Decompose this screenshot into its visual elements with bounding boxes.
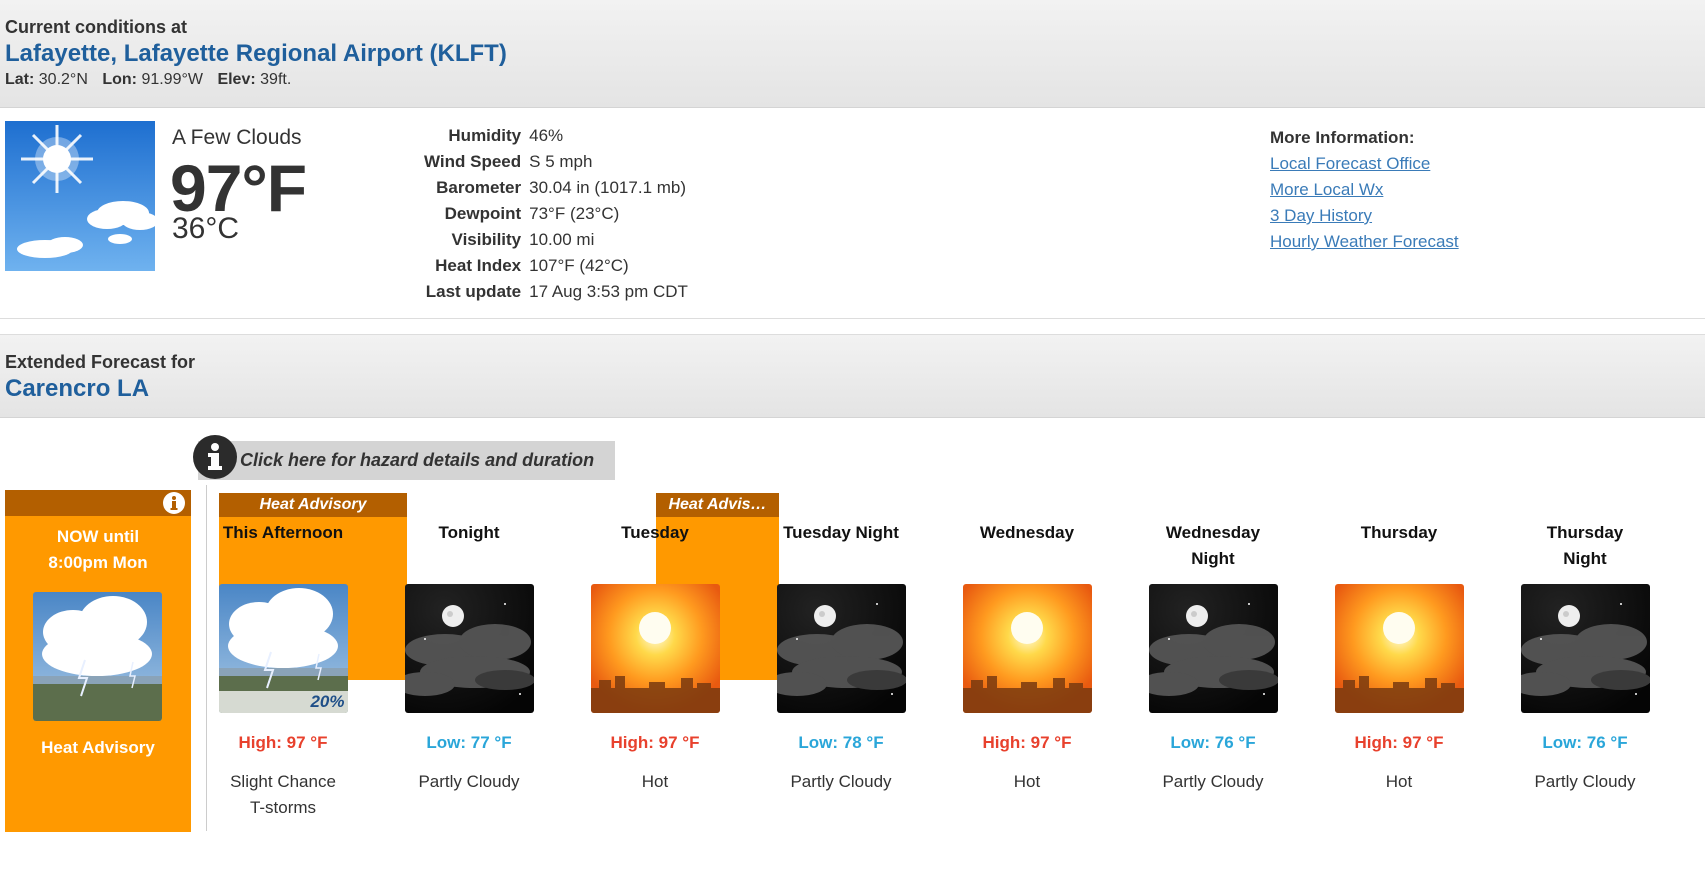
period-temperature: High: 97 °F	[610, 733, 700, 752]
forecast-period-tonight[interactable]: Tonight Low: 77 °F Partly Cloudy	[376, 520, 562, 795]
current-conditions-header: Current conditions at Lafayette, Lafayet…	[0, 0, 1705, 108]
period-temperature: Low: 77 °F	[426, 733, 512, 752]
partly-cloudy-night-icon	[776, 584, 906, 713]
more-information-heading: More Information:	[1270, 128, 1415, 147]
detail-value: 17 Aug 3:53 pm CDT	[529, 282, 688, 301]
local-forecast-office-link[interactable]: Local Forecast Office	[1270, 151, 1459, 177]
period-name: Thursday	[1360, 523, 1438, 542]
hazard-details-button[interactable]: Click here for hazard details and durati…	[198, 441, 615, 480]
advisory-bar[interactable]: Heat Advisory	[219, 493, 407, 517]
current-hazard-period: NOW until 8:00pm Mon	[5, 524, 191, 576]
thunderstorm-icon	[33, 592, 162, 721]
few-clouds-icon	[5, 121, 155, 271]
period-name: Thursday Night	[1546, 523, 1624, 568]
detail-label: Visibility	[451, 230, 522, 249]
precip-chance: 20%	[310, 692, 345, 711]
period-name: Wednesday	[979, 523, 1075, 542]
period-temperature: High: 97 °F	[1354, 733, 1444, 752]
detail-row-heat-index: Heat Index 107°F (42°C)	[420, 253, 692, 279]
detail-value: 46%	[529, 126, 564, 145]
period-temperature: High: 97 °F	[982, 733, 1072, 752]
period-name: Tuesday	[621, 523, 689, 542]
now-line-1: NOW until	[56, 527, 140, 546]
detail-label: Humidity	[448, 126, 522, 145]
period-description: Hot	[641, 772, 669, 791]
forecast-period-wednesday[interactable]: Wednesday High: 97 °F Hot	[934, 520, 1120, 795]
detail-value: 30.04 in (1017.1 mb)	[529, 178, 687, 197]
detail-row-dewpoint: Dewpoint 73°F (23°C)	[420, 201, 692, 227]
partly-cloudy-night-icon	[1520, 584, 1650, 713]
forecast-period-tuesday[interactable]: Tuesday High: 97 °F Hot	[562, 520, 748, 795]
more-local-wx-link[interactable]: More Local Wx	[1270, 177, 1459, 203]
info-icon[interactable]	[193, 435, 237, 479]
hot-sun-icon	[1334, 584, 1464, 713]
hazard-details-label: Click here for hazard details and durati…	[240, 450, 595, 470]
period-description: Partly Cloudy	[790, 772, 892, 791]
detail-label: Heat Index	[435, 256, 522, 275]
period-name: Tonight	[438, 523, 500, 542]
detail-row-wind-speed: Wind Speed S 5 mph	[420, 149, 692, 175]
period-name: Tuesday Night	[783, 523, 899, 542]
period-description: Partly Cloudy	[418, 772, 520, 791]
forecast-period-this-afternoon[interactable]: This Afternoon 20% High: 97 °F Slight Ch…	[190, 520, 376, 821]
forecast-period-tuesday-night[interactable]: Tuesday Night Low: 78 °F Partly Cloudy	[748, 520, 934, 795]
lon-label: Lon:	[102, 71, 137, 88]
forecast-period-thursday-night[interactable]: Thursday Night Low: 76 °F Partly Cloudy	[1492, 520, 1678, 795]
detail-row-barometer: Barometer 30.04 in (1017.1 mb)	[420, 175, 692, 201]
hot-sun-icon	[962, 584, 1092, 713]
partly-cloudy-night-icon	[1148, 584, 1278, 713]
detail-label: Barometer	[436, 178, 522, 197]
three-day-history-link[interactable]: 3 Day History	[1270, 203, 1459, 229]
period-description: Hot	[1385, 772, 1413, 791]
period-name: This Afternoon	[222, 523, 344, 542]
period-temperature: Low: 76 °F	[1542, 733, 1628, 752]
info-icon[interactable]	[163, 492, 185, 514]
period-description: Hot	[1013, 772, 1041, 791]
elev-label: Elev:	[217, 71, 256, 88]
current-condition-text: A Few Clouds	[172, 126, 302, 149]
lat-label: Lat:	[5, 71, 35, 88]
current-details-table: Humidity 46% Wind Speed S 5 mph Barometer 3…	[420, 123, 692, 305]
detail-label: Wind Speed	[424, 152, 522, 171]
hot-sun-icon	[590, 584, 720, 713]
detail-label: Last update	[425, 282, 522, 301]
detail-row-humidity: Humidity 46%	[420, 123, 692, 149]
hourly-forecast-link[interactable]: Hourly Weather Forecast	[1270, 229, 1459, 255]
current-conditions-heading: Current conditions at	[5, 17, 188, 37]
period-temperature: Low: 78 °F	[798, 733, 884, 752]
period-name: Wednesday Night	[1165, 523, 1261, 568]
forecast-period-thursday[interactable]: Thursday High: 97 °F Hot	[1306, 520, 1492, 795]
detail-row-visibility: Visibility 10.00 mi	[420, 227, 692, 253]
elev-value: 39ft.	[260, 71, 292, 88]
partly-cloudy-night-icon	[404, 584, 534, 713]
station-name: Lafayette, Lafayette Regional Airport (K…	[5, 40, 507, 67]
advisory-bar[interactable]: Heat Advis…	[656, 493, 779, 517]
forecast-period-wednesday-night[interactable]: Wednesday Night Low: 76 °F Partly Cloudy	[1120, 520, 1306, 795]
period-description: Slight Chance T-storms	[230, 772, 336, 817]
detail-value: 73°F (23°C)	[529, 204, 620, 223]
period-temperature: High: 97 °F	[238, 733, 328, 752]
lat-value: 30.2°N	[38, 71, 88, 88]
now-line-2: 8:00pm Mon	[48, 553, 148, 572]
current-hazard-panel[interactable]: NOW until 8:00pm Mon Heat Advisory	[5, 490, 191, 832]
thunderstorm-icon: 20%	[218, 584, 348, 713]
current-hazard-bar	[5, 490, 191, 516]
detail-label: Dewpoint	[444, 204, 522, 223]
detail-value: 107°F (42°C)	[529, 256, 629, 275]
period-description: Partly Cloudy	[1162, 772, 1264, 791]
period-description: Partly Cloudy	[1534, 772, 1636, 791]
current-conditions-body: A Few Clouds 97°F 36°C Humidity 46% Wind …	[0, 108, 1705, 319]
extended-forecast-heading: Extended Forecast for	[5, 352, 196, 372]
detail-value: S 5 mph	[529, 152, 593, 171]
more-information: More Information: Local Forecast Office …	[1270, 125, 1459, 255]
current-temp-c: 36°C	[172, 212, 240, 245]
detail-row-last-update: Last update 17 Aug 3:53 pm CDT	[420, 279, 692, 305]
extended-forecast-header: Extended Forecast for Carencro LA	[0, 334, 1705, 418]
detail-value: 10.00 mi	[529, 230, 595, 249]
forecast-location: Carencro LA	[5, 375, 150, 402]
period-temperature: Low: 76 °F	[1170, 733, 1256, 752]
station-coordinates: Lat: 30.2°N Lon: 91.99°W Elev: 39ft.	[5, 70, 1700, 90]
lon-value: 91.99°W	[141, 71, 203, 88]
current-hazard-name: Heat Advisory	[41, 738, 155, 757]
